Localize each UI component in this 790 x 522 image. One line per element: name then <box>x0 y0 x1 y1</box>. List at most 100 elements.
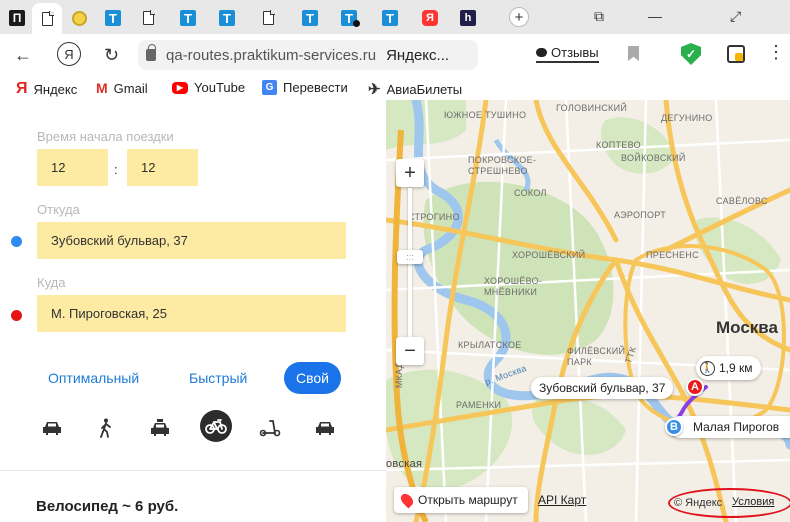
extensions-icon[interactable] <box>727 45 745 63</box>
bookmark-youtube[interactable]: ▶ YouTube <box>172 80 245 95</box>
t-icon: T <box>180 10 196 26</box>
open-route-button[interactable]: Открыть маршрут <box>394 487 528 513</box>
taxi-icon[interactable] <box>148 416 172 440</box>
bookmark-label: Gmail <box>113 80 148 96</box>
car-icon[interactable] <box>40 416 64 440</box>
map-label: ДЕГУНИНО <box>661 113 713 123</box>
url-field[interactable]: qa-routes.praktikum-services.ru Яндекс..… <box>138 40 478 70</box>
yandex-button[interactable]: Я <box>57 42 81 66</box>
zoom-handle[interactable]: ::: <box>397 250 423 264</box>
distance-badge: 🚶 1,9 км <box>696 356 761 380</box>
tab[interactable] <box>253 5 283 31</box>
tab[interactable]: T <box>295 5 325 31</box>
divider <box>0 470 386 471</box>
bookmark-icon[interactable] <box>628 46 639 61</box>
tab[interactable]: T <box>173 5 203 31</box>
point-b-label[interactable]: Малая Пирогов <box>669 416 790 438</box>
translate-icon: G <box>262 80 277 95</box>
map-label: ХОРОШЁВСКИЙ <box>512 250 586 260</box>
to-dot-icon <box>11 310 22 321</box>
route-price: Велосипед ~ 6 руб. <box>36 498 179 515</box>
time-label: Время начала поездки <box>37 129 174 144</box>
scooter-icon[interactable] <box>258 416 282 440</box>
drive-icon[interactable] <box>313 416 337 440</box>
from-input[interactable]: Зубовский бульвар, 37 <box>37 222 346 259</box>
tab[interactable]: T <box>334 5 364 31</box>
address-bar: ← Я ↻ qa-routes.praktikum-services.ru Ян… <box>0 34 790 76</box>
mode-custom-button[interactable]: Свой <box>284 362 341 394</box>
zoom-in-button[interactable]: + <box>396 159 424 187</box>
tab[interactable]: T <box>212 5 242 31</box>
bicycle-icon[interactable] <box>200 410 232 442</box>
map-label: ПРЕСНЕНС <box>646 250 699 260</box>
bookmark-label: Яндекс <box>33 81 78 97</box>
tab[interactable]: П <box>2 5 32 31</box>
walk-icon[interactable] <box>94 416 118 440</box>
point-a-label[interactable]: Зубовский бульвар, 37 <box>531 377 674 399</box>
t-icon: T <box>105 10 121 26</box>
bookmark-avia[interactable]: ✈ АвиаБилеты <box>368 80 462 98</box>
map-label: СОКОЛ <box>514 188 547 198</box>
map-label: КОПТЕВО <box>596 140 641 150</box>
pocket-icon: П <box>9 10 25 26</box>
zoom-out-button[interactable]: − <box>396 337 424 365</box>
protect-shield-icon[interactable]: ✓ <box>681 43 701 65</box>
map-label: ПАРК <box>567 357 592 367</box>
map-label: ГОЛОВИНСКИЙ <box>556 103 628 113</box>
map-label: ПОКРОВСКОЕ- <box>468 155 537 165</box>
bookmark-label: АвиаБилеты <box>386 81 463 97</box>
to-input[interactable]: М. Пироговская, 25 <box>37 295 346 332</box>
more-menu-icon[interactable]: ⋮ <box>767 42 785 63</box>
hh-icon: h <box>460 10 476 26</box>
map-label: КРЫЛАТСКОЕ <box>458 340 522 350</box>
bookmark-gmail[interactable]: M Gmail <box>96 80 148 96</box>
yandex-bookmark-icon: Я <box>16 80 28 97</box>
tab[interactable]: h <box>453 5 483 31</box>
reviews-button[interactable]: Отзывы <box>536 45 599 63</box>
maximize-icon[interactable]: ⤢ <box>730 8 741 25</box>
api-maps-link[interactable]: API Карт <box>538 493 586 507</box>
map-label: ФИЛЁВСКИЙ <box>567 346 626 356</box>
tab-active[interactable] <box>32 3 62 34</box>
city-label: Москва <box>716 318 778 337</box>
reload-icon[interactable]: ↻ <box>104 45 119 66</box>
tab[interactable]: Я <box>415 5 445 31</box>
bookmark-label: Перевести <box>283 80 348 95</box>
tab[interactable] <box>64 5 94 31</box>
map-label: СТРЕШНЕВО <box>468 166 528 176</box>
minute-input[interactable]: 12 <box>127 149 198 186</box>
map-label: СТРОГИНО <box>408 212 460 222</box>
reviews-label: Отзывы <box>551 45 599 60</box>
bookmarks-bar: Я Яндекс M Gmail ▶ YouTube G Перевести ✈… <box>0 76 790 100</box>
time-separator: : <box>114 162 118 177</box>
mode-optimal-button[interactable]: Оптимальный <box>48 370 139 386</box>
map-view[interactable]: ГОЛОВИНСКИЙ ДЕГУНИНО ЮЖНОЕ ТУШИНО КОПТЕВ… <box>386 100 790 522</box>
map-label: САВЁЛОВС <box>716 196 768 206</box>
back-arrow-icon[interactable]: ← <box>14 45 32 66</box>
open-route-label: Открыть маршрут <box>418 493 518 507</box>
plane-icon: ✈ <box>368 81 381 98</box>
walk-icon: 🚶 <box>700 360 715 376</box>
bookmark-translate[interactable]: G Перевести <box>262 80 348 95</box>
document-icon <box>140 10 156 26</box>
from-label: Откуда <box>37 202 80 217</box>
map-label: овская <box>386 458 423 470</box>
yandex-icon: Я <box>422 10 438 26</box>
t-icon: T <box>219 10 235 26</box>
page-title: Яндекс... <box>386 46 450 64</box>
recording-dot-icon <box>353 20 360 27</box>
point-a-pin[interactable]: A <box>686 378 704 396</box>
point-b-pin[interactable]: B <box>665 418 683 436</box>
bookmark-yandex[interactable]: Я Яндекс <box>16 80 77 98</box>
youtube-icon: ▶ <box>172 81 188 94</box>
from-dot-icon <box>11 236 22 247</box>
tab[interactable]: T <box>375 5 405 31</box>
tab[interactable]: T <box>98 5 128 31</box>
minimize-icon[interactable]: — <box>648 8 662 24</box>
mode-fast-button[interactable]: Быстрый <box>189 370 247 386</box>
tab-switch-icon[interactable]: ⧉ <box>594 8 604 25</box>
tab[interactable] <box>133 5 163 31</box>
new-tab-button[interactable]: + <box>509 7 529 27</box>
gmail-icon: M <box>96 80 108 96</box>
hour-input[interactable]: 12 <box>37 149 108 186</box>
